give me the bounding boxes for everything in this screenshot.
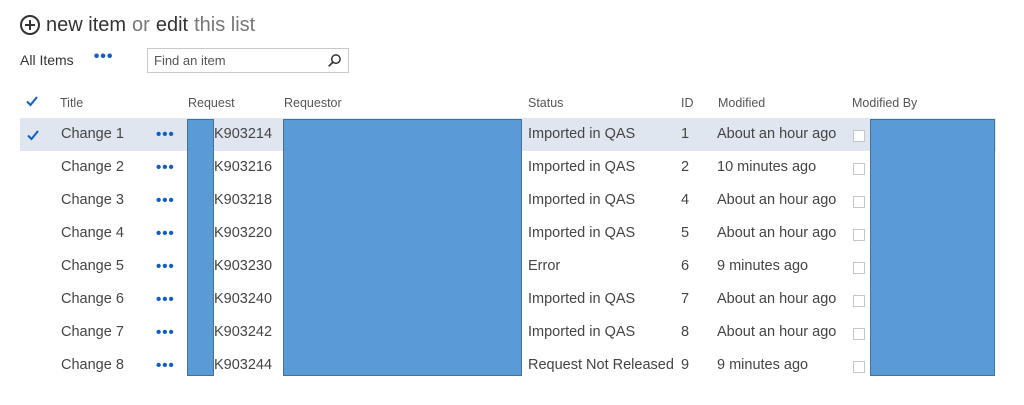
- redaction-box-request: [187, 119, 214, 376]
- view-selector: All Items •••: [20, 46, 114, 74]
- cell-modified: 9 minutes ago: [717, 357, 809, 373]
- cell-status: Imported in QAS: [528, 324, 636, 340]
- cell-id: 5: [681, 225, 690, 241]
- modified-by-checkbox[interactable]: [853, 130, 865, 142]
- row-checkmark-icon[interactable]: [26, 128, 40, 142]
- cell-modified: About an hour ago: [717, 225, 837, 241]
- cell-id: 9: [681, 357, 690, 373]
- cell-title[interactable]: Change 6: [61, 283, 124, 316]
- modified-by-checkbox[interactable]: [853, 295, 865, 307]
- cell-title[interactable]: Change 2: [61, 151, 124, 184]
- cell-status: Imported in QAS: [528, 225, 636, 241]
- new-item-link[interactable]: new item: [46, 14, 126, 37]
- cell-id: 4: [681, 192, 690, 208]
- redaction-box-modified-by: [870, 119, 995, 376]
- cell-modified: 10 minutes ago: [717, 159, 817, 175]
- column-header-modified[interactable]: Modified: [718, 96, 765, 110]
- command-bar: new item or edit this list: [20, 12, 255, 38]
- cell-status: Imported in QAS: [528, 291, 636, 307]
- row-actions-ellipsis[interactable]: •••: [156, 349, 175, 382]
- modified-by-checkbox[interactable]: [853, 163, 865, 175]
- row-actions-ellipsis[interactable]: •••: [156, 217, 175, 250]
- cell-modified: About an hour ago: [717, 291, 837, 307]
- cell-id: 1: [681, 126, 690, 142]
- select-all-checkmark-icon[interactable]: [25, 94, 39, 108]
- cell-status: Imported in QAS: [528, 159, 636, 175]
- row-actions-ellipsis[interactable]: •••: [156, 184, 175, 217]
- cell-request: K903220: [214, 225, 273, 241]
- cell-title[interactable]: Change 4: [61, 217, 124, 250]
- column-header-id[interactable]: ID: [681, 96, 694, 110]
- cell-status: Request Not Released: [528, 357, 674, 373]
- search-icon[interactable]: [327, 53, 342, 68]
- cell-status: Imported in QAS: [528, 126, 636, 142]
- cell-modified: 9 minutes ago: [717, 258, 809, 274]
- cell-request: K903218: [214, 192, 273, 208]
- search-input[interactable]: [148, 53, 324, 68]
- column-header-request[interactable]: Request: [188, 96, 235, 110]
- modified-by-checkbox[interactable]: [853, 328, 865, 340]
- view-more-ellipsis[interactable]: •••: [94, 48, 114, 66]
- cell-modified: About an hour ago: [717, 324, 837, 340]
- modified-by-checkbox[interactable]: [853, 361, 865, 373]
- row-actions-ellipsis[interactable]: •••: [156, 118, 175, 151]
- cell-modified: About an hour ago: [717, 126, 837, 142]
- cell-id: 7: [681, 291, 690, 307]
- cell-title[interactable]: Change 7: [61, 316, 124, 349]
- cell-modified: About an hour ago: [717, 192, 837, 208]
- cell-request: K903240: [214, 291, 273, 307]
- cell-request: K903242: [214, 324, 273, 340]
- cell-request: K903244: [214, 357, 273, 373]
- cell-request: K903230: [214, 258, 273, 274]
- row-actions-ellipsis[interactable]: •••: [156, 250, 175, 283]
- cell-request: K903216: [214, 159, 273, 175]
- modified-by-checkbox[interactable]: [853, 196, 865, 208]
- this-list-text: this list: [194, 13, 256, 36]
- cell-title[interactable]: Change 8: [61, 349, 124, 382]
- search-box: [147, 48, 349, 73]
- column-header-modified-by[interactable]: Modified By: [852, 96, 917, 110]
- cell-title[interactable]: Change 1: [61, 118, 124, 151]
- cell-status: Error: [528, 258, 561, 274]
- cell-title[interactable]: Change 5: [61, 250, 124, 283]
- add-circle-icon[interactable]: [20, 15, 40, 35]
- row-actions-ellipsis[interactable]: •••: [156, 316, 175, 349]
- redaction-box-requestor: [283, 119, 522, 376]
- row-actions-ellipsis[interactable]: •••: [156, 151, 175, 184]
- modified-by-checkbox[interactable]: [853, 229, 865, 241]
- cell-title[interactable]: Change 3: [61, 184, 124, 217]
- cell-status: Imported in QAS: [528, 192, 636, 208]
- column-header-title[interactable]: Title: [60, 96, 83, 110]
- cell-id: 2: [681, 159, 690, 175]
- or-text: or: [132, 13, 150, 36]
- modified-by-checkbox[interactable]: [853, 262, 865, 274]
- cell-id: 8: [681, 324, 690, 340]
- cell-request: K903214: [214, 126, 273, 142]
- edit-link[interactable]: edit: [156, 14, 188, 37]
- column-header-requestor[interactable]: Requestor: [284, 96, 342, 110]
- cell-id: 6: [681, 258, 690, 274]
- row-actions-ellipsis[interactable]: •••: [156, 283, 175, 316]
- view-all-items[interactable]: All Items: [20, 52, 74, 68]
- column-header-status[interactable]: Status: [528, 96, 563, 110]
